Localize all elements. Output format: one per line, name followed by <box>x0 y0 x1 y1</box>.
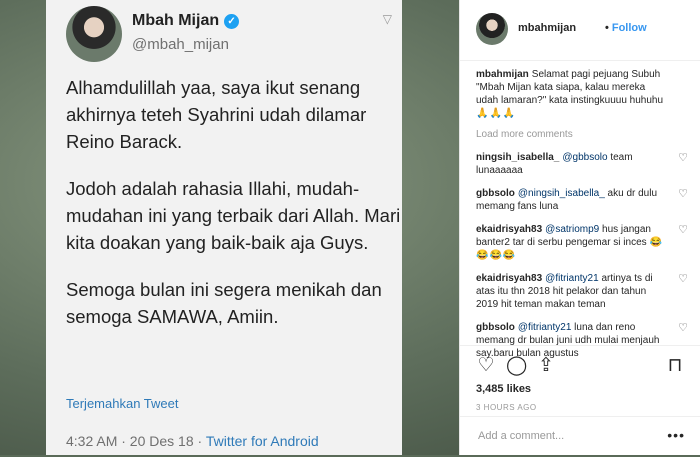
more-options-icon[interactable]: ••• <box>667 427 685 443</box>
ig-post-header: mbahmijan • Follow <box>460 0 700 61</box>
comment-user[interactable]: gbbsolo <box>476 188 515 199</box>
tweet-text: Alhamdulillah yaa, saya ikut senang akhi… <box>66 74 402 350</box>
tweet-author-name[interactable]: Mbah Mijan <box>132 12 219 29</box>
comment-icon[interactable]: ◯ <box>506 356 527 376</box>
heart-icon[interactable]: ♡ <box>678 152 688 165</box>
comment-mention[interactable]: @gbbsolo <box>562 152 607 163</box>
tweet-handle[interactable]: @mbah_mijan <box>132 36 229 53</box>
post-caption: mbahmijan Selamat pagi pejuang Subuh "Mba… <box>476 68 688 120</box>
comment-user[interactable]: ekaidrisyah83 <box>476 224 542 235</box>
ig-comments-list: mbahmijan Selamat pagi pejuang Subuh "Mba… <box>476 68 688 370</box>
tweet-paragraph: Semoga bulan ini segera menikah dan semo… <box>66 279 382 327</box>
avatar[interactable] <box>476 13 508 45</box>
chevron-down-icon[interactable]: ▽ <box>383 12 392 26</box>
load-more-comments-button[interactable]: Load more comments <box>476 128 688 141</box>
separator-dot: • <box>605 22 609 34</box>
tweet-meta: 4:32 AM · 20 Des 18 · Twitter for Androi… <box>66 433 319 449</box>
comment-item: gbbsolo @ningsih_isabella_ aku dr dulu me… <box>476 187 688 213</box>
tweet-timestamp: 4:32 AM · 20 Des 18 · <box>66 433 203 449</box>
comment-user[interactable]: ekaidrisyah83 <box>476 273 542 284</box>
caption-user[interactable]: mbahmijan <box>476 69 529 80</box>
share-icon[interactable]: ⇪ <box>536 356 556 376</box>
follow-button[interactable]: • Follow <box>605 22 647 34</box>
heart-icon[interactable]: ♡ <box>678 224 688 237</box>
translate-tweet-link[interactable]: Terjemahkan Tweet <box>66 396 179 411</box>
comment-item: ekaidrisyah83 @satriomp9 hus jangan bante… <box>476 223 688 262</box>
tweet-paragraph: Jodoh adalah rahasia Illahi, mudah-mudah… <box>66 178 401 253</box>
likes-count[interactable]: 3,485 likes <box>476 383 531 395</box>
bookmark-icon[interactable]: ⊓ <box>665 356 685 376</box>
tweet-author[interactable]: Mbah Mijan ✓ <box>132 12 240 30</box>
heart-icon[interactable]: ♡ <box>678 322 688 335</box>
instagram-panel: mbahmijan • Follow mbahmijan Selamat pagi … <box>459 0 700 455</box>
tweet-paragraph: Alhamdulillah yaa, saya ikut senang akhi… <box>66 77 367 152</box>
tweet-avatar[interactable] <box>66 6 122 62</box>
comment-mention[interactable]: @ningsih_isabella_ <box>518 188 605 199</box>
verified-icon: ✓ <box>224 14 240 29</box>
ig-actions-bar: ♡ ◯ ⇪ ⊓ 3,485 likes 3 HOURS AGO ••• <box>460 345 700 456</box>
ig-username[interactable]: mbahmijan <box>518 22 576 34</box>
follow-label[interactable]: Follow <box>612 22 647 34</box>
comment-user[interactable]: gbbsolo <box>476 322 515 333</box>
caption-emoji: 🙏🙏🙏 <box>476 108 517 119</box>
comment-item: ekaidrisyah83 @fitrianty21 artinya ts di … <box>476 272 688 311</box>
add-comment-area: ••• <box>460 416 700 457</box>
comment-mention[interactable]: @satriomp9 <box>545 224 599 235</box>
tweet-source-link[interactable]: Twitter for Android <box>206 433 319 449</box>
tweet-card: Mbah Mijan ✓ @mbah_mijan ▽ Alhamdulillah … <box>46 0 402 455</box>
comment-item: ningsih_isabella_ @gbbsolo team lunaaaaaa… <box>476 151 688 177</box>
post-time: 3 HOURS AGO <box>476 403 537 412</box>
heart-icon[interactable]: ♡ <box>476 356 496 376</box>
comment-user[interactable]: ningsih_isabella_ <box>476 152 559 163</box>
heart-icon[interactable]: ♡ <box>678 188 688 201</box>
heart-icon[interactable]: ♡ <box>678 273 688 286</box>
add-comment-input[interactable] <box>476 429 660 443</box>
comment-mention[interactable]: @fitrianty21 <box>518 322 572 333</box>
comment-mention[interactable]: @fitrianty21 <box>545 273 599 284</box>
